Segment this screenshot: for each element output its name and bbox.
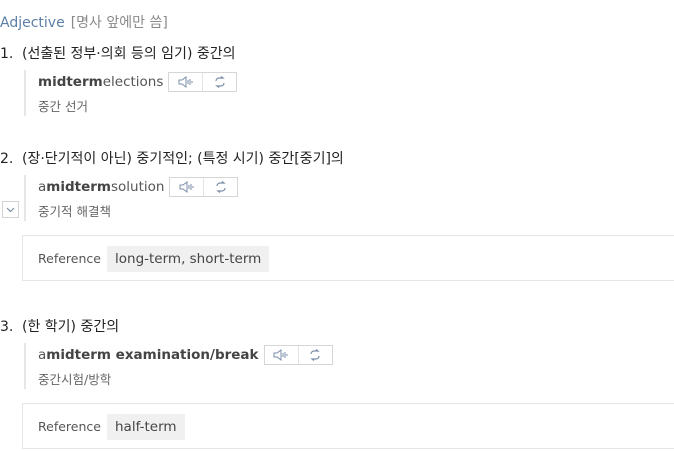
sense-definition: (선출된 정부·의회 등의 임기) 중간의 <box>22 46 236 62</box>
example-pre: a <box>38 347 47 363</box>
example-translation: 중간시험/방학 <box>38 372 112 387</box>
speaker-icon <box>273 349 288 361</box>
example-sentence: a midterm solution <box>38 177 239 197</box>
repeat-audio-button[interactable] <box>202 73 236 91</box>
sense-number: 1. <box>0 46 14 62</box>
example-keyword: midterm examination/break <box>46 347 259 363</box>
usage-note: [명사 앞에만 씀] <box>70 15 168 31</box>
sense-definition: (한 학기) 중간의 <box>22 319 120 335</box>
reference-link[interactable]: half-term <box>107 414 185 440</box>
play-audio-button[interactable] <box>169 73 202 91</box>
repeat-icon <box>310 349 320 361</box>
sense-3-heading: 3. (한 학기) 중간의 <box>0 316 119 336</box>
reference-box: Reference half-term <box>22 403 674 449</box>
sense-3-example: a midterm examination/break 중간시험/방학 <box>24 343 333 389</box>
example-pre: a <box>38 179 47 195</box>
example-audio-controls <box>168 72 238 92</box>
example-translation: 중간 선거 <box>38 99 88 114</box>
repeat-icon <box>216 181 226 193</box>
reference-link[interactable]: long-term, short-term <box>107 246 270 272</box>
sense-2-example: a midterm solution 중기적 해결책 <box>24 175 239 221</box>
expand-examples-button[interactable] <box>2 201 19 218</box>
sense-1-heading: 1. (선출된 정부·의회 등의 임기) 중간의 <box>0 43 236 63</box>
sense-number: 2. <box>0 151 14 167</box>
part-of-speech-line: Adjective [명사 앞에만 씀] <box>0 12 168 32</box>
reference-label: Reference <box>38 251 101 266</box>
repeat-audio-button[interactable] <box>297 346 332 364</box>
sense-definition: (장·단기적이 아닌) 중기적인; (특정 시기) 중간[중기]의 <box>22 151 344 167</box>
speaker-icon <box>179 181 194 193</box>
part-of-speech-label: Adjective <box>0 15 65 31</box>
repeat-icon <box>215 76 225 88</box>
example-translation: 중기적 해결책 <box>38 204 111 219</box>
sense-1-example: midterm elections 중간 선거 <box>24 70 238 116</box>
speaker-icon <box>178 76 193 88</box>
repeat-audio-button[interactable] <box>203 178 237 196</box>
play-audio-button[interactable] <box>265 346 298 364</box>
sense-2-heading: 2. (장·단기적이 아닌) 중기적인; (특정 시기) 중간[중기]의 <box>0 148 344 168</box>
example-audio-controls <box>169 177 239 197</box>
example-post: elections <box>102 74 164 90</box>
play-audio-button[interactable] <box>170 178 203 196</box>
example-keyword: midterm <box>38 74 103 90</box>
reference-label: Reference <box>38 419 101 434</box>
sense-number: 3. <box>0 319 14 335</box>
chevron-down-icon <box>6 207 15 212</box>
example-post: solution <box>110 179 165 195</box>
reference-box: Reference long-term, short-term <box>22 235 674 281</box>
example-sentence: a midterm examination/break <box>38 345 333 365</box>
example-sentence: midterm elections <box>38 72 238 92</box>
example-audio-controls <box>263 345 333 365</box>
example-keyword: midterm <box>46 179 111 195</box>
